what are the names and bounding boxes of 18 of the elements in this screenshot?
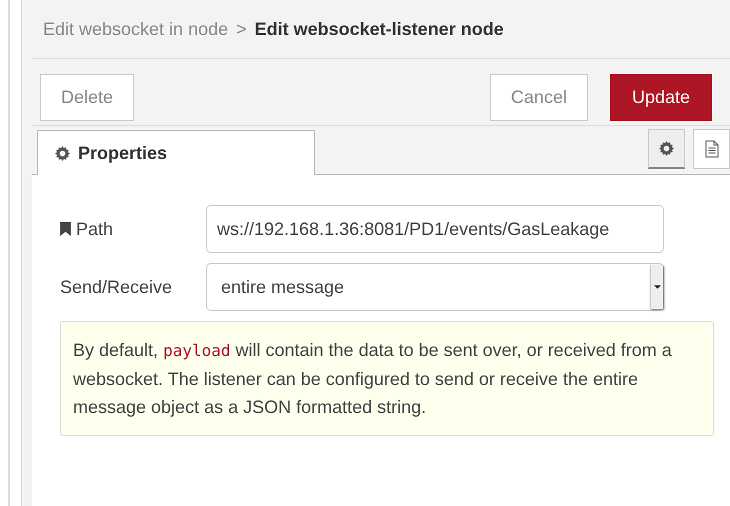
- breadcrumb-separator: >: [236, 18, 247, 40]
- path-input[interactable]: ws://192.168.1.36:8081/PD1/events/GasLeakage: [206, 205, 664, 253]
- settings-icon: [659, 141, 674, 156]
- caret-icon: [654, 285, 660, 289]
- properties-tab[interactable]: Properties: [37, 130, 315, 175]
- field-label: Send/Receive: [60, 276, 172, 298]
- bookmark-icon: [60, 222, 71, 236]
- settings-tab[interactable]: [648, 129, 685, 169]
- settings-icon: [55, 146, 70, 160]
- document-icon: [704, 140, 718, 158]
- field-label: Path: [76, 218, 114, 240]
- help-text: By default, payload will contain the data to be sent over, or received from a websocket. The listener can be configured to send or receive the entire message object as a JSON formatted string.: [60, 321, 714, 436]
- send-receive-dropdown[interactable]: entire message: [206, 263, 664, 311]
- button[interactable]: Cancel: [490, 74, 588, 120]
- description-tab[interactable]: [693, 129, 730, 169]
- button[interactable]: Delete: [40, 74, 134, 120]
- tray-title: Edit websocket-listener node: [254, 18, 504, 40]
- primary-button[interactable]: Update: [610, 74, 712, 120]
